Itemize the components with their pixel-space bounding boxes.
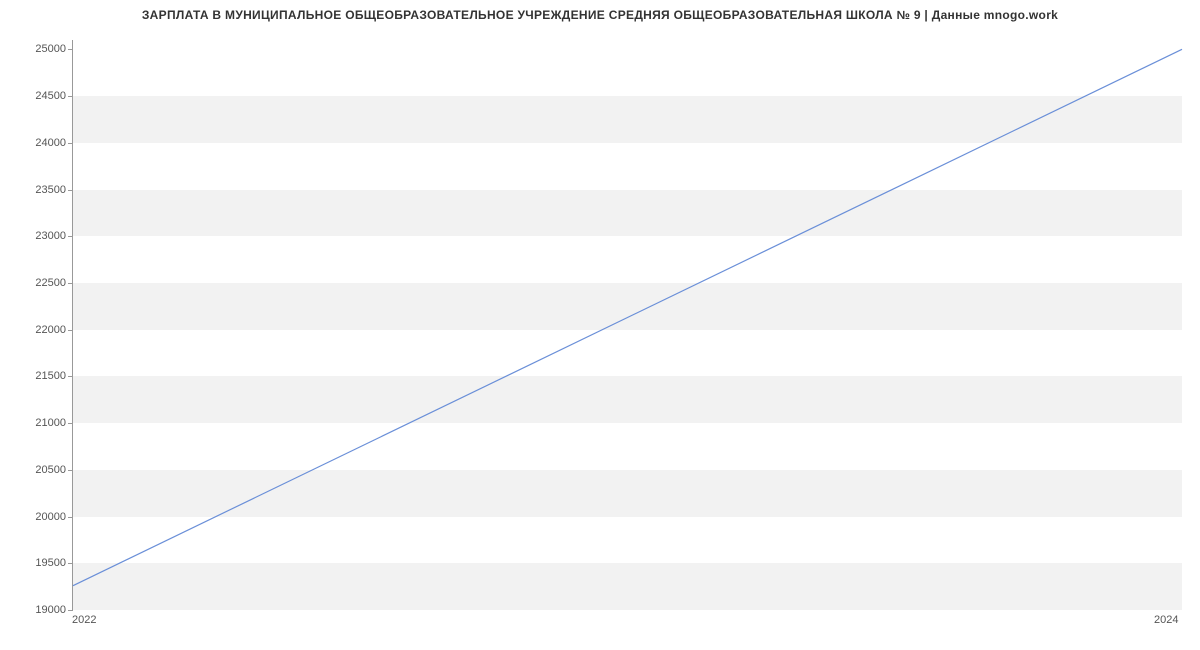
plot-area (72, 40, 1182, 610)
y-tick-mark (68, 190, 73, 191)
y-tick-mark (68, 330, 73, 331)
line-series (73, 40, 1182, 609)
x-tick-label: 2024 (1154, 614, 1178, 626)
y-tick-label: 20000 (35, 511, 66, 523)
y-tick-mark (68, 610, 73, 611)
chart-container: ЗАРПЛАТА В МУНИЦИПАЛЬНОЕ ОБЩЕОБРАЗОВАТЕЛ… (0, 0, 1200, 650)
y-tick-label: 24500 (35, 90, 66, 102)
y-tick-label: 22500 (35, 277, 66, 289)
y-tick-label: 20500 (35, 464, 66, 476)
x-tick-label: 2022 (72, 614, 96, 626)
y-tick-mark (68, 283, 73, 284)
y-tick-label: 25000 (35, 43, 66, 55)
y-tick-mark (68, 563, 73, 564)
y-tick-label: 24000 (35, 137, 66, 149)
y-tick-mark (68, 470, 73, 471)
y-tick-mark (68, 143, 73, 144)
y-tick-label: 22000 (35, 324, 66, 336)
series-line (73, 49, 1182, 585)
y-tick-label: 19000 (35, 604, 66, 616)
y-tick-label: 19500 (35, 557, 66, 569)
y-tick-mark (68, 96, 73, 97)
y-tick-label: 23000 (35, 230, 66, 242)
y-tick-mark (68, 376, 73, 377)
y-tick-mark (68, 49, 73, 50)
y-tick-label: 21000 (35, 417, 66, 429)
y-tick-mark (68, 423, 73, 424)
y-tick-label: 21500 (35, 370, 66, 382)
y-tick-mark (68, 517, 73, 518)
y-tick-mark (68, 236, 73, 237)
chart-title: ЗАРПЛАТА В МУНИЦИПАЛЬНОЕ ОБЩЕОБРАЗОВАТЕЛ… (0, 8, 1200, 22)
y-tick-label: 23500 (35, 184, 66, 196)
